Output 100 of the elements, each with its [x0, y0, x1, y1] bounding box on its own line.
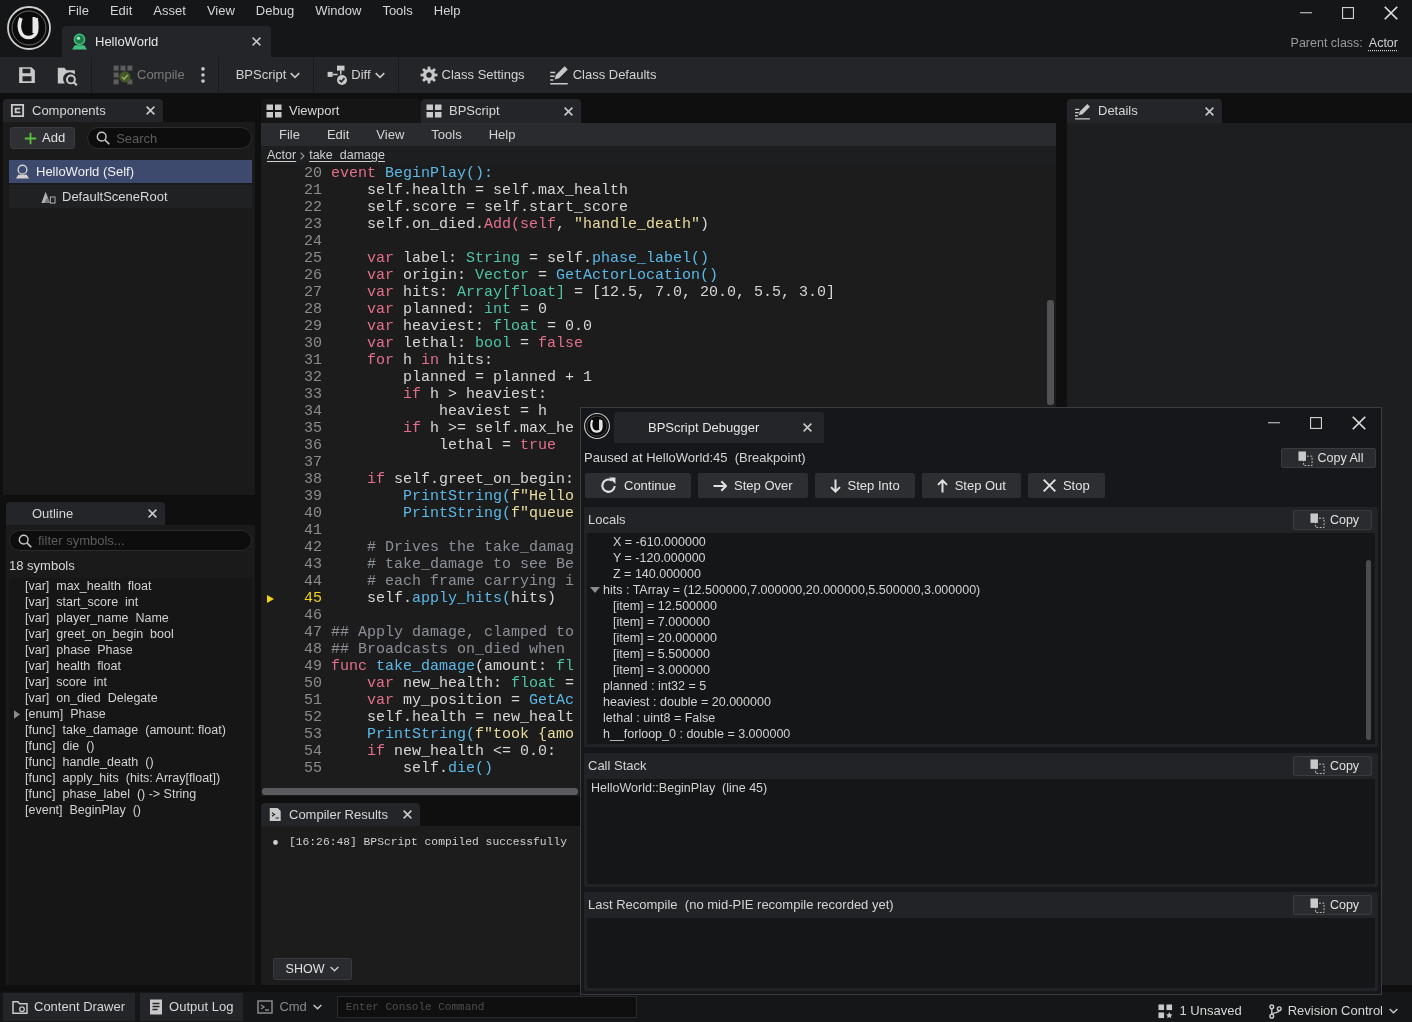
stop-button[interactable]: Stop: [1027, 473, 1105, 498]
variable-row[interactable]: [item] = 3.000000: [587, 662, 1361, 678]
collapse-caret-icon[interactable]: [590, 587, 600, 593]
outline-item[interactable]: [func] die (): [9, 738, 252, 755]
variable-row[interactable]: [item] = 12.500000: [587, 598, 1361, 614]
breadcrumb-link[interactable]: take_damage: [309, 148, 385, 163]
variable-row[interactable]: X = -610.000000: [587, 534, 1361, 550]
class-settings-button[interactable]: Class Settings: [413, 60, 531, 90]
window-tab[interactable]: BPScript Debugger: [614, 412, 824, 443]
variable-row[interactable]: planned : int32 = 5: [587, 678, 1361, 694]
outline-item[interactable]: [var] score int: [9, 674, 252, 691]
outline-item[interactable]: [var] phase Phase: [9, 642, 252, 659]
outline-item[interactable]: [enum] Phase: [9, 706, 252, 723]
editor-tab[interactable]: Viewport: [261, 99, 421, 123]
close-icon[interactable]: [403, 810, 412, 819]
continue-button[interactable]: Continue: [585, 473, 692, 498]
close-icon[interactable]: [1205, 106, 1214, 116]
variable-row[interactable]: heaviest : double = 20.000000: [587, 694, 1361, 710]
scrollbar-thumb[interactable]: [262, 788, 578, 795]
menu-item[interactable]: Window: [315, 1, 362, 21]
close-icon[interactable]: [146, 106, 155, 115]
variable-row[interactable]: h__forloop_0 : double = 3.000000: [587, 726, 1361, 742]
variable-row[interactable]: [item] = 5.500000: [587, 646, 1361, 662]
minimize-icon[interactable]: [1268, 422, 1280, 424]
step-out-button[interactable]: Step Out: [921, 473, 1021, 498]
menu-item[interactable]: View: [206, 1, 235, 21]
close-icon[interactable]: [1384, 6, 1398, 20]
status-button[interactable]: Output Log: [140, 993, 244, 1021]
tree-item[interactable]: DefaultSceneRoot: [9, 185, 252, 208]
diff-button[interactable]: Diff: [321, 60, 391, 90]
variable-row[interactable]: [item] = 7.000000: [587, 614, 1361, 630]
outline-item[interactable]: [var] on_died Delegate: [9, 690, 252, 707]
menu-item[interactable]: Debug: [255, 1, 295, 21]
outline-item[interactable]: [func] handle_death (): [9, 754, 252, 771]
expand-caret-icon[interactable]: [14, 710, 20, 720]
variable-row[interactable]: Z = 140.000000: [587, 566, 1361, 582]
filter-field[interactable]: filter symbols...: [9, 530, 252, 551]
outline-item[interactable]: [var] start_score int: [9, 594, 252, 611]
step-over-button[interactable]: Step Over: [698, 473, 808, 498]
minimize-icon[interactable]: [1300, 12, 1312, 14]
copy-all-button[interactable]: Copy All: [1281, 448, 1376, 468]
outline-item[interactable]: [var] health float: [9, 658, 252, 675]
panel-tab[interactable]: Outline: [6, 502, 165, 525]
status-button[interactable]: 1 Unsaved: [1149, 1001, 1252, 1021]
add-button[interactable]: Add: [10, 127, 76, 149]
show-button[interactable]: SHOW: [273, 958, 352, 980]
script-dropdown[interactable]: BPScript: [229, 60, 307, 90]
copy-button[interactable]: Copy: [1293, 756, 1372, 776]
menu-item[interactable]: View: [376, 124, 405, 145]
variable-row[interactable]: hits : TArray = (12.500000,7.000000,20.000000,5.500000,3.000000): [587, 582, 1361, 598]
variable-row[interactable]: lethal : uint8 = False: [587, 710, 1361, 726]
outline-item[interactable]: [event] BeginPlay (): [9, 802, 252, 819]
status-button[interactable]: Content Drawer: [3, 993, 136, 1021]
close-icon[interactable]: [564, 106, 573, 116]
maximize-icon[interactable]: [1342, 7, 1354, 19]
step-into-button[interactable]: Step Into: [814, 473, 915, 498]
compiler-log-icon: [268, 807, 282, 822]
menu-item[interactable]: File: [68, 1, 89, 21]
scrollbar-thumb[interactable]: [1047, 300, 1054, 405]
outline-item[interactable]: [var] greet_on_begin bool: [9, 626, 252, 643]
outline-item[interactable]: [var] player_name Name: [9, 610, 252, 627]
variable-row[interactable]: [item] = 20.000000: [587, 630, 1361, 646]
variable-row[interactable]: Y = -120.000000: [587, 550, 1361, 566]
outline-item[interactable]: [func] apply_hits (hits: Array[float]): [9, 770, 252, 787]
panel-tab[interactable]: Compiler Results: [261, 803, 420, 826]
tree-item[interactable]: HelloWorld (Self): [9, 160, 252, 183]
menu-item[interactable]: Edit: [109, 1, 133, 21]
close-icon[interactable]: [1352, 416, 1366, 430]
menu-item[interactable]: Help: [433, 1, 461, 21]
menu-item[interactable]: File: [279, 124, 300, 145]
chevron-right-icon: [300, 151, 306, 160]
maximize-icon[interactable]: [1310, 417, 1322, 429]
stack-frame[interactable]: HelloWorld::BeginPlay (line 45): [591, 780, 1375, 796]
copy-button[interactable]: Copy: [1293, 895, 1372, 915]
search-field[interactable]: Search: [87, 127, 252, 149]
panel-tab[interactable]: Details: [1067, 99, 1222, 123]
menu-item[interactable]: Asset: [153, 1, 186, 21]
close-icon[interactable]: [803, 423, 812, 432]
breadcrumb-link[interactable]: Actor: [267, 148, 297, 163]
status-button[interactable]: Revision Control: [1259, 1001, 1408, 1021]
menu-item[interactable]: Tools: [431, 124, 462, 145]
outline-item[interactable]: [var] max_health float: [9, 578, 252, 595]
menu-item[interactable]: Edit: [326, 124, 350, 145]
console-input[interactable]: Enter Console Command: [336, 996, 637, 1018]
panel-tab[interactable]: Components: [3, 99, 163, 122]
copy-button[interactable]: Copy: [1293, 510, 1372, 530]
menu-item[interactable]: Help: [488, 124, 516, 145]
class-defaults-button[interactable]: Class Defaults: [542, 60, 663, 90]
menu-item[interactable]: Tools: [382, 1, 413, 21]
close-icon[interactable]: [148, 509, 157, 518]
scrollbar-thumb[interactable]: [1366, 560, 1371, 740]
close-icon[interactable]: [252, 37, 261, 46]
document-tab[interactable]: HelloWorld: [62, 26, 271, 57]
outline-item[interactable]: [func] take_damage (amount: float): [9, 722, 252, 739]
logo-icon[interactable]: [7, 6, 51, 50]
logo-icon[interactable]: [584, 413, 610, 439]
outline-item[interactable]: [func] phase_label () -> String: [9, 786, 252, 803]
editor-tab[interactable]: BPScript: [421, 99, 581, 123]
parent-class-link[interactable]: Actor: [1368, 36, 1398, 51]
command-dropdown[interactable]: Cmd: [248, 993, 332, 1021]
